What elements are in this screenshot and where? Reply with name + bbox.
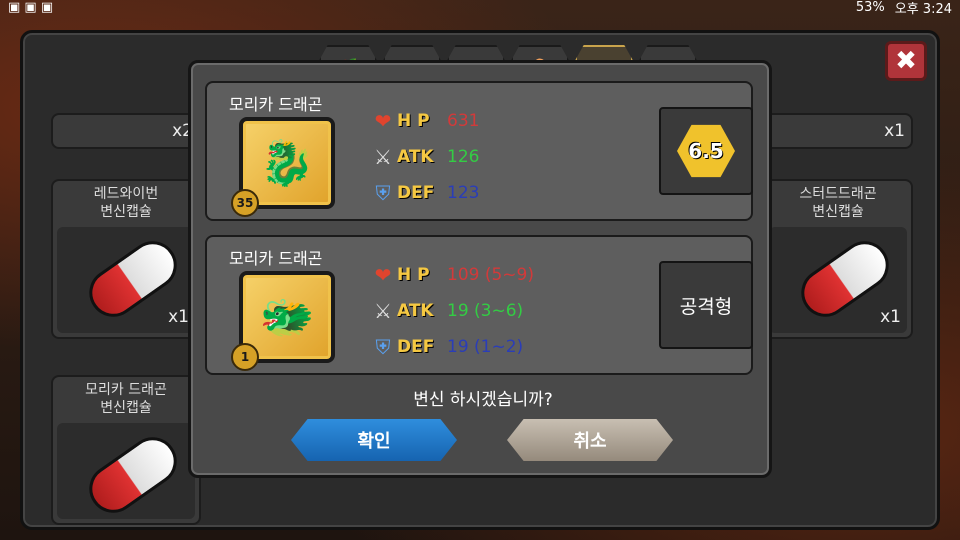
cancel-button[interactable]: 취소	[507, 419, 673, 461]
transform-dialog: 모리카 드래곤 🐉 35 ❤ H P 631 ⚔ ATK 126 ⛨ DEF 1…	[188, 60, 772, 478]
item-type: 변신캡슐	[100, 204, 152, 220]
item-caption: 모리카 드래곤 변신캡슐	[53, 377, 199, 417]
def-value: 123	[447, 183, 480, 203]
confirm-button[interactable]: 확인	[291, 419, 457, 461]
current-dragon-card: 모리카 드래곤 🐉 35 ❤ H P 631 ⚔ ATK 126 ⛨ DEF 1…	[205, 81, 753, 221]
clock-text: 오후 3:24	[894, 1, 952, 17]
close-button[interactable]: ✖	[885, 41, 927, 81]
new-dragon-card: 모리카 드래곤 🐲 1 ❤ H P 109 (5~9) ⚔ ATK 19 (3~…	[205, 235, 753, 375]
def-label: DEF	[397, 337, 435, 357]
shield-icon: ⛨	[375, 335, 391, 359]
atk-value: 19 (3~6)	[447, 301, 524, 321]
grade-badge: 6.5	[677, 124, 735, 178]
item-count: x1	[884, 121, 905, 141]
hp-value: 631	[447, 111, 480, 131]
inventory-item[interactable]: 스터드드래곤 변신캡슐 x1	[763, 179, 913, 339]
level-badge: 35	[231, 189, 259, 217]
inventory-item[interactable]: 레드와이번 변신캡슐 x1	[51, 179, 201, 339]
def-value: 19 (1~2)	[447, 337, 524, 357]
inventory-item[interactable]: x1	[763, 113, 913, 149]
item-type: 변신캡슐	[100, 400, 152, 416]
status-notifications: ▣ ▣ ▣	[8, 0, 53, 15]
def-label: DEF	[397, 183, 435, 203]
item-slot: x1	[769, 227, 907, 333]
item-slot: x1	[57, 227, 195, 333]
close-icon: ✖	[895, 46, 917, 76]
item-caption: 레드와이번 변신캡슐	[53, 181, 199, 221]
dragon-icon: 🐉	[259, 138, 315, 189]
item-count: x1	[168, 307, 189, 327]
item-name: 레드와이번	[93, 186, 159, 202]
notification-icon: ▣ ▣ ▣	[8, 0, 54, 15]
stat-def: ⛨ DEF 123	[369, 175, 480, 211]
dragon-stats: ❤ H P 631 ⚔ ATK 126 ⛨ DEF 123	[369, 103, 479, 211]
atk-value: 126	[447, 147, 480, 167]
level-badge: 1	[231, 343, 259, 371]
dragon-name: 모리카 드래곤	[229, 249, 323, 268]
type-box: 공격형	[659, 261, 753, 349]
inventory-item[interactable]: 모리카 드래곤 변신캡슐	[51, 375, 201, 525]
item-slot	[57, 423, 195, 519]
status-indicators: 53% 오후 3:24	[856, 0, 952, 17]
atk-label: ATK	[397, 147, 434, 167]
item-count: x1	[880, 307, 901, 327]
atk-label: ATK	[397, 301, 434, 321]
stat-hp: ❤ H P 109 (5~9)	[369, 257, 534, 293]
stat-atk: ⚔ ATK 19 (3~6)	[369, 293, 534, 329]
item-name: 모리카 드래곤	[85, 382, 167, 398]
heart-icon: ❤	[374, 263, 392, 287]
grade-box: 6.5	[659, 107, 753, 195]
item-caption: 스터드드래곤 변신캡슐	[765, 181, 911, 221]
hp-label: H P	[397, 111, 430, 131]
heart-icon: ❤	[374, 109, 392, 133]
shield-icon: ⛨	[375, 181, 391, 205]
dragon-stats: ❤ H P 109 (5~9) ⚔ ATK 19 (3~6) ⛨ DEF 19 …	[369, 257, 534, 365]
stat-def: ⛨ DEF 19 (1~2)	[369, 329, 534, 365]
capsule-icon	[79, 427, 187, 519]
confirm-question: 변신 하시겠습니까?	[413, 390, 553, 410]
crossed-swords-icon: ⚔	[374, 299, 392, 323]
item-type: 변신캡슐	[812, 204, 864, 220]
item-name: 스터드드래곤	[799, 186, 877, 202]
hp-value: 109 (5~9)	[447, 265, 534, 285]
hp-label: H P	[397, 265, 430, 285]
inventory-item[interactable]: x2	[51, 113, 201, 149]
stat-hp: ❤ H P 631	[369, 103, 480, 139]
stat-atk: ⚔ ATK 126	[369, 139, 479, 175]
dragon-name: 모리카 드래곤	[229, 95, 323, 114]
crossed-swords-icon: ⚔	[374, 145, 392, 169]
status-bar: ▣ ▣ ▣ 53% 오후 3:24	[0, 0, 960, 17]
dragon-icon: 🐲	[259, 292, 315, 343]
battery-text: 53%	[855, 0, 885, 15]
